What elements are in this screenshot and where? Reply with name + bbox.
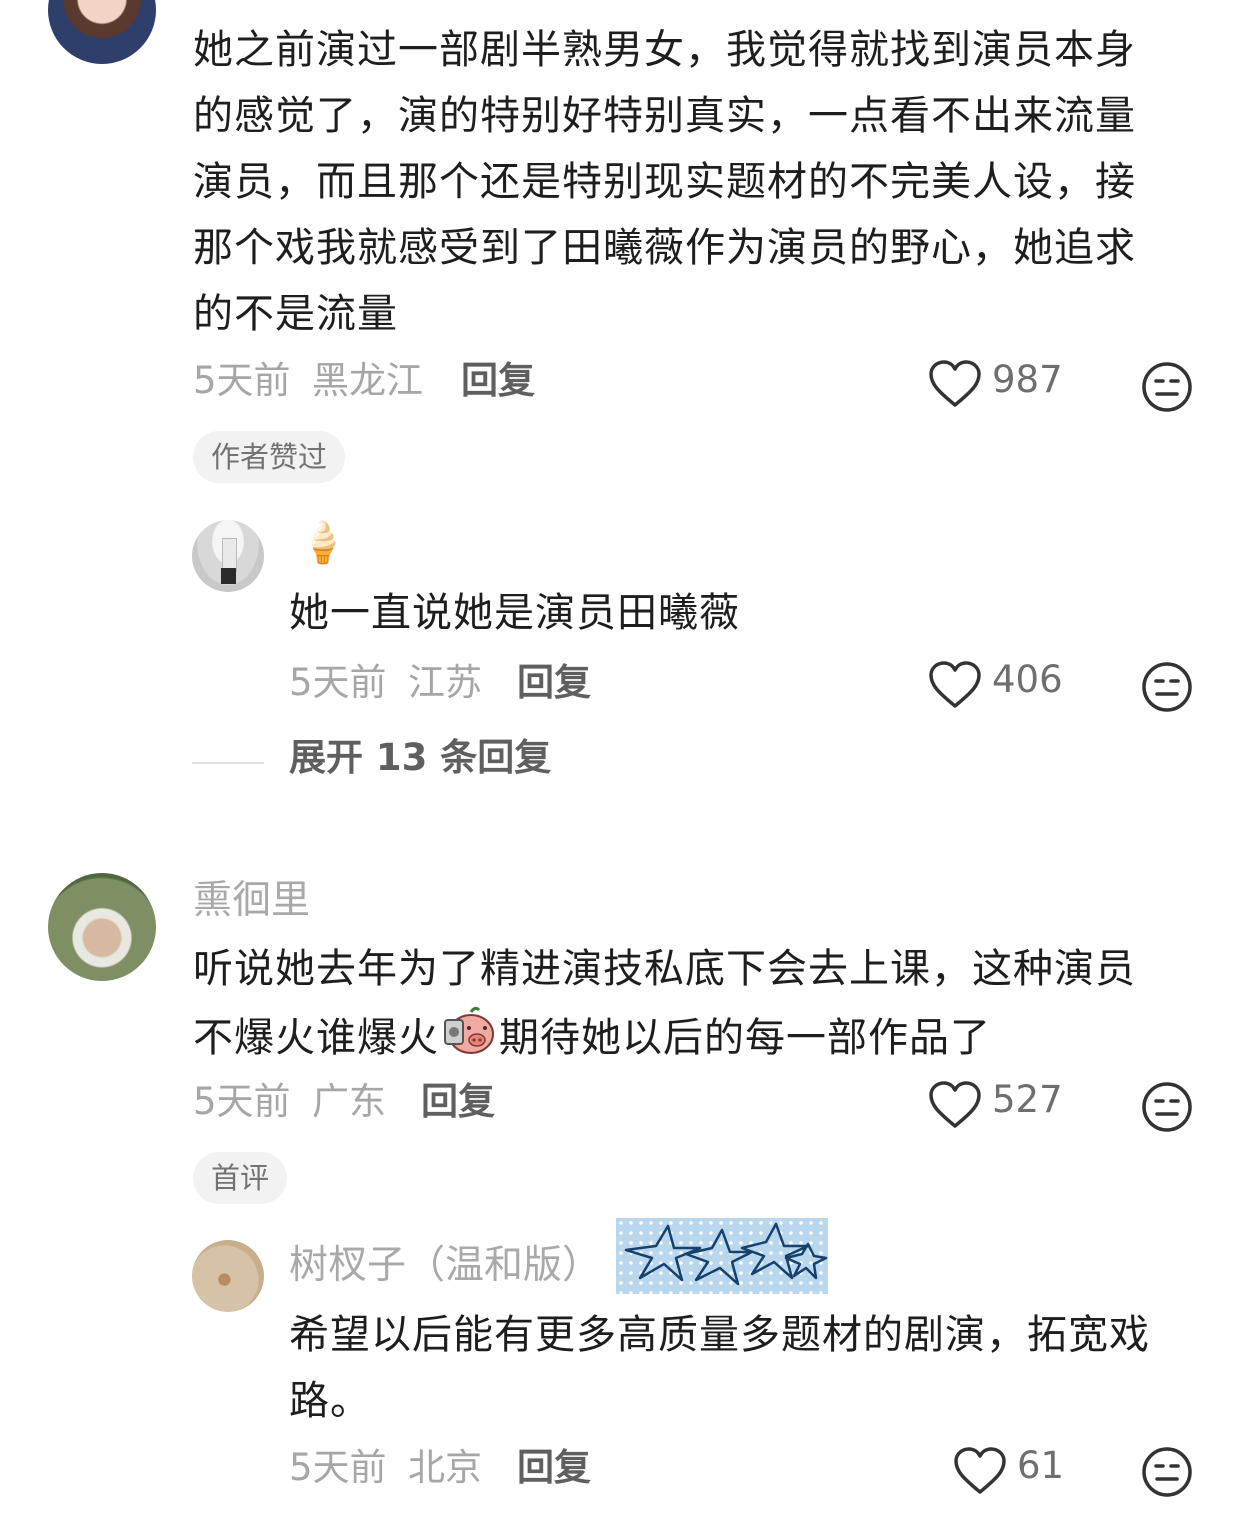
neutral-face-icon[interactable] bbox=[1141, 1081, 1193, 1133]
divider bbox=[192, 762, 264, 764]
reply-button[interactable]: 回复 bbox=[517, 1443, 591, 1493]
reply-text: 她一直说她是演员田曦薇 bbox=[289, 590, 740, 636]
pig-sticker-icon bbox=[441, 1002, 497, 1078]
avatar[interactable] bbox=[48, 873, 156, 981]
comment-location: 黑龙江 bbox=[312, 359, 423, 402]
heart-outline-icon[interactable] bbox=[928, 1080, 982, 1130]
avatar[interactable] bbox=[48, 0, 156, 64]
like-count: 527 bbox=[992, 1078, 1063, 1121]
comment-text: 听说她去年为了精进演技私底下会去上课，这种演员 不爆火谁爆火 期待她以后的每一部… bbox=[193, 936, 1203, 1078]
comment-text: 她之前演过一部剧半熟男女，我觉得就找到演员本身 的感觉了，演的特别好特别真实，一… bbox=[193, 27, 1136, 337]
first-comment-badge: 首评 bbox=[193, 1152, 288, 1204]
neutral-face-icon[interactable] bbox=[1141, 661, 1193, 713]
reply-location: 江苏 bbox=[408, 661, 482, 704]
blue-stars-decoration bbox=[616, 1218, 828, 1294]
nickname[interactable]: 熏徊里 bbox=[193, 873, 310, 929]
reply-button[interactable]: 回复 bbox=[517, 658, 591, 708]
avatar[interactable] bbox=[192, 520, 264, 592]
like-count: 61 bbox=[1017, 1444, 1065, 1487]
heart-outline-icon[interactable] bbox=[953, 1446, 1007, 1496]
heart-outline-icon[interactable] bbox=[928, 359, 982, 409]
reply-location: 北京 bbox=[408, 1446, 482, 1489]
reply-time: 5天前 bbox=[289, 1446, 387, 1489]
expand-replies-button[interactable]: 展开 13 条回复 bbox=[289, 733, 551, 783]
comment-time: 5天前 bbox=[193, 1080, 291, 1123]
reply-button[interactable]: 回复 bbox=[461, 356, 535, 406]
neutral-face-icon[interactable] bbox=[1141, 361, 1193, 413]
reply-button[interactable]: 回复 bbox=[421, 1077, 495, 1127]
comment-time: 5天前 bbox=[193, 359, 291, 402]
neutral-face-icon[interactable] bbox=[1141, 1446, 1193, 1498]
like-count: 406 bbox=[992, 658, 1063, 701]
reply-time: 5天前 bbox=[289, 661, 387, 704]
ice-cream-icon: 🍦 bbox=[298, 520, 348, 566]
author-liked-badge: 作者赞过 bbox=[193, 431, 346, 483]
like-count: 987 bbox=[992, 358, 1063, 401]
nickname[interactable]: 树杈子（温和版） bbox=[289, 1238, 601, 1294]
heart-outline-icon[interactable] bbox=[928, 660, 982, 710]
comment-location: 广东 bbox=[312, 1080, 386, 1123]
reply-text: 希望以后能有更多高质量多题材的剧演，拓宽戏 路。 bbox=[289, 1312, 1150, 1424]
avatar[interactable] bbox=[192, 1240, 264, 1312]
